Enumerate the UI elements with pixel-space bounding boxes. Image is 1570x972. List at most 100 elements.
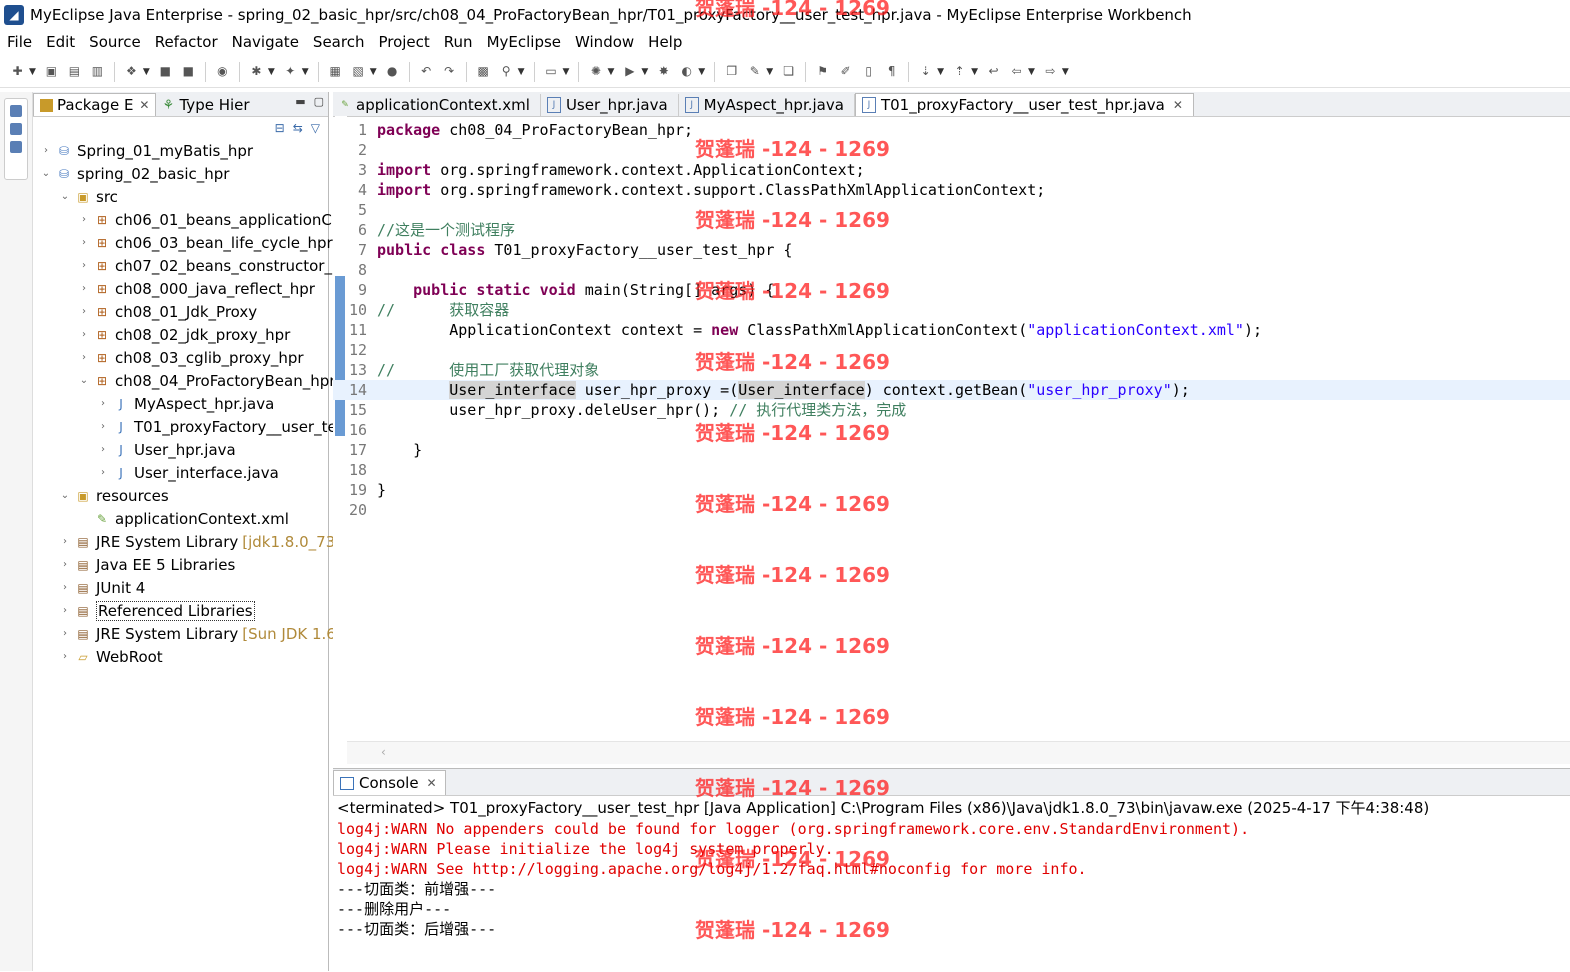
collapsed-chevron-icon[interactable]: › [77, 283, 91, 294]
server-icon[interactable]: ■ [180, 63, 197, 80]
collapsed-chevron-icon[interactable]: › [77, 214, 91, 225]
tree-item[interactable]: › ⊞ ch08_03_cglib_proxy_hpr [77, 346, 304, 369]
tree-item[interactable]: ⌄ ⛁ spring_02_basic_hpr [39, 162, 230, 185]
tree-item[interactable]: › ▱ WebRoot [58, 645, 163, 668]
editor-tab[interactable]: J User_hpr.java [541, 94, 679, 116]
open-resource-icon[interactable]: ▧ [350, 63, 367, 80]
search-dropdown-icon[interactable]: ▼ [518, 67, 525, 77]
menu-navigate[interactable]: Navigate [225, 33, 306, 51]
prev-annotation-dropdown-icon[interactable]: ▼ [971, 67, 978, 77]
menu-search[interactable]: Search [306, 33, 372, 51]
open-browser-icon[interactable]: ◉ [214, 63, 231, 80]
collapsed-chevron-icon[interactable]: › [58, 605, 72, 616]
code-line[interactable]: 15 user_hpr_proxy.deleUser_hpr(); // 执行代… [333, 400, 1570, 420]
search-icon[interactable]: ⚲ [498, 63, 515, 80]
back-history-icon[interactable]: ↶ [418, 63, 435, 80]
web-project-dropdown-icon[interactable]: ▼ [143, 67, 150, 77]
code-line[interactable]: 7 public class T01_proxyFactory__user_tes… [333, 240, 1570, 260]
horizontal-scrollbar[interactable]: ‹ [347, 741, 1570, 764]
new-web-project-icon[interactable]: ❖ [123, 63, 140, 80]
code-line[interactable]: 10 // 获取容器 [333, 300, 1570, 320]
tree-item[interactable]: › ▤ JUnit 4 [58, 576, 145, 599]
close-icon[interactable]: ✕ [427, 776, 437, 790]
paragraph-icon[interactable]: ¶ [883, 63, 900, 80]
debug-icon[interactable]: ✱ [248, 63, 265, 80]
tree-item[interactable]: › J User_interface.java [96, 461, 279, 484]
code-line[interactable]: 5 [333, 200, 1570, 220]
collapsed-chevron-icon[interactable]: › [96, 398, 110, 409]
next-annotation-dropdown-icon[interactable]: ▼ [937, 67, 944, 77]
back-dropdown-icon[interactable]: ▼ [1028, 67, 1035, 77]
code-line[interactable]: 16 [333, 420, 1570, 440]
expanded-chevron-icon[interactable]: ⌄ [77, 375, 91, 386]
code-line[interactable]: 19} [333, 480, 1570, 500]
view-menu-icon[interactable]: ▽ [311, 121, 320, 135]
code-line[interactable]: 8 [333, 260, 1570, 280]
forward-history-icon[interactable]: ↷ [441, 63, 458, 80]
code-line[interactable]: 9 public static void main(String[] args)… [333, 280, 1570, 300]
run-dropdown-icon[interactable]: ▼ [641, 67, 648, 77]
resource-dropdown-icon[interactable]: ▼ [370, 67, 377, 77]
menu-window[interactable]: Window [568, 33, 641, 51]
tree-item[interactable]: ⌄ ▣ src [58, 185, 118, 208]
new-dropdown-icon[interactable]: ▼ [29, 67, 36, 77]
prev-annotation-icon[interactable]: ⇡ [951, 63, 968, 80]
tree-item[interactable]: › ⛁ Spring_01_myBatis_hpr [39, 139, 253, 162]
editor-tab[interactable]: ✎ applicationContext.xml [333, 94, 541, 116]
tree-item[interactable]: › ⊞ ch08_000_java_reflect_hpr [77, 277, 315, 300]
bug-dropdown-icon[interactable]: ▼ [607, 67, 614, 77]
collapsed-chevron-icon[interactable]: › [96, 444, 110, 455]
pencil-dropdown-icon[interactable]: ▼ [766, 67, 773, 77]
collapsed-chevron-icon[interactable]: › [96, 421, 110, 432]
new-icon[interactable]: ✚ [9, 63, 26, 80]
last-edit-icon[interactable]: ↩ [985, 63, 1002, 80]
debug-dropdown-icon[interactable]: ▼ [268, 67, 275, 77]
external-tools-icon[interactable]: ✸ [655, 63, 672, 80]
globe-icon[interactable]: ● [384, 63, 401, 80]
code-line[interactable]: 2 [333, 140, 1570, 160]
collapsed-chevron-icon[interactable]: › [39, 145, 53, 156]
code-line[interactable]: 11 ApplicationContext context = new Clas… [333, 320, 1570, 340]
editor-tab[interactable]: J MyAspect_hpr.java [679, 94, 855, 116]
collapsed-chevron-icon[interactable]: › [58, 628, 72, 639]
deploy-icon[interactable]: ■ [157, 63, 174, 80]
collapsed-chevron-icon[interactable]: › [58, 559, 72, 570]
tree-item[interactable]: › ▤ JRE System Library [Sun JDK 1.6. [58, 622, 341, 645]
open-folder-icon[interactable]: ❐ [723, 63, 740, 80]
run-server-dropdown-icon[interactable]: ▼ [302, 67, 309, 77]
code-line[interactable]: 17 } [333, 440, 1570, 460]
tab-console[interactable]: Console ✕ [333, 770, 446, 795]
close-icon[interactable]: ✕ [139, 98, 149, 112]
scroll-left-icon[interactable]: ‹ [381, 745, 386, 759]
back-icon[interactable]: ⇦ [1008, 63, 1025, 80]
pencil-icon[interactable]: ✎ [746, 63, 763, 80]
collapsed-chevron-icon[interactable]: › [77, 352, 91, 363]
code-line[interactable]: 1 package ch08_04_ProFactoryBean_hpr; [333, 120, 1570, 140]
tree-item[interactable]: ⌄ ⊞ ch08_04_ProFactoryBean_hpr [77, 369, 336, 392]
code-line[interactable]: 20 [333, 500, 1570, 520]
tree-item[interactable]: › ▤ JRE System Library [jdk1.8.0_73] [58, 530, 341, 553]
tree-item[interactable]: › ⊞ ch08_01_Jdk_Proxy [77, 300, 257, 323]
collapsed-chevron-icon[interactable]: › [77, 329, 91, 340]
tree-item[interactable]: › ▤ Referenced Libraries [58, 599, 255, 622]
tree-item[interactable]: ✎ applicationContext.xml [77, 507, 289, 530]
code-line[interactable]: 13 // 使用工厂获取代理对象 [333, 360, 1570, 380]
expanded-chevron-icon[interactable]: ⌄ [58, 490, 72, 501]
close-icon[interactable]: ✕ [1173, 98, 1183, 112]
code-line[interactable]: 4 import org.springframework.context.supp… [333, 180, 1570, 200]
maximize-icon[interactable]: ▢ [314, 95, 324, 108]
block-icon[interactable]: ▯ [860, 63, 877, 80]
tab-type-hierarchy[interactable]: ⚘ Type Hier [156, 94, 255, 116]
menu-refactor[interactable]: Refactor [148, 33, 225, 51]
code-line[interactable]: 14 User_interface user_hpr_proxy =(User_… [333, 380, 1570, 400]
new-class-icon[interactable]: ▩ [475, 63, 492, 80]
link-with-editor-icon[interactable]: ⇆ [293, 121, 303, 135]
collapsed-chevron-icon[interactable]: › [77, 237, 91, 248]
annotate-icon[interactable]: ✐ [837, 63, 854, 80]
menu-help[interactable]: Help [641, 33, 689, 51]
collapsed-chevron-icon[interactable]: › [96, 467, 110, 478]
collapsed-chevron-icon[interactable]: › [58, 536, 72, 547]
expanded-chevron-icon[interactable]: ⌄ [58, 191, 72, 202]
print-icon[interactable]: ▥ [89, 63, 106, 80]
save-icon[interactable]: ▣ [43, 63, 60, 80]
